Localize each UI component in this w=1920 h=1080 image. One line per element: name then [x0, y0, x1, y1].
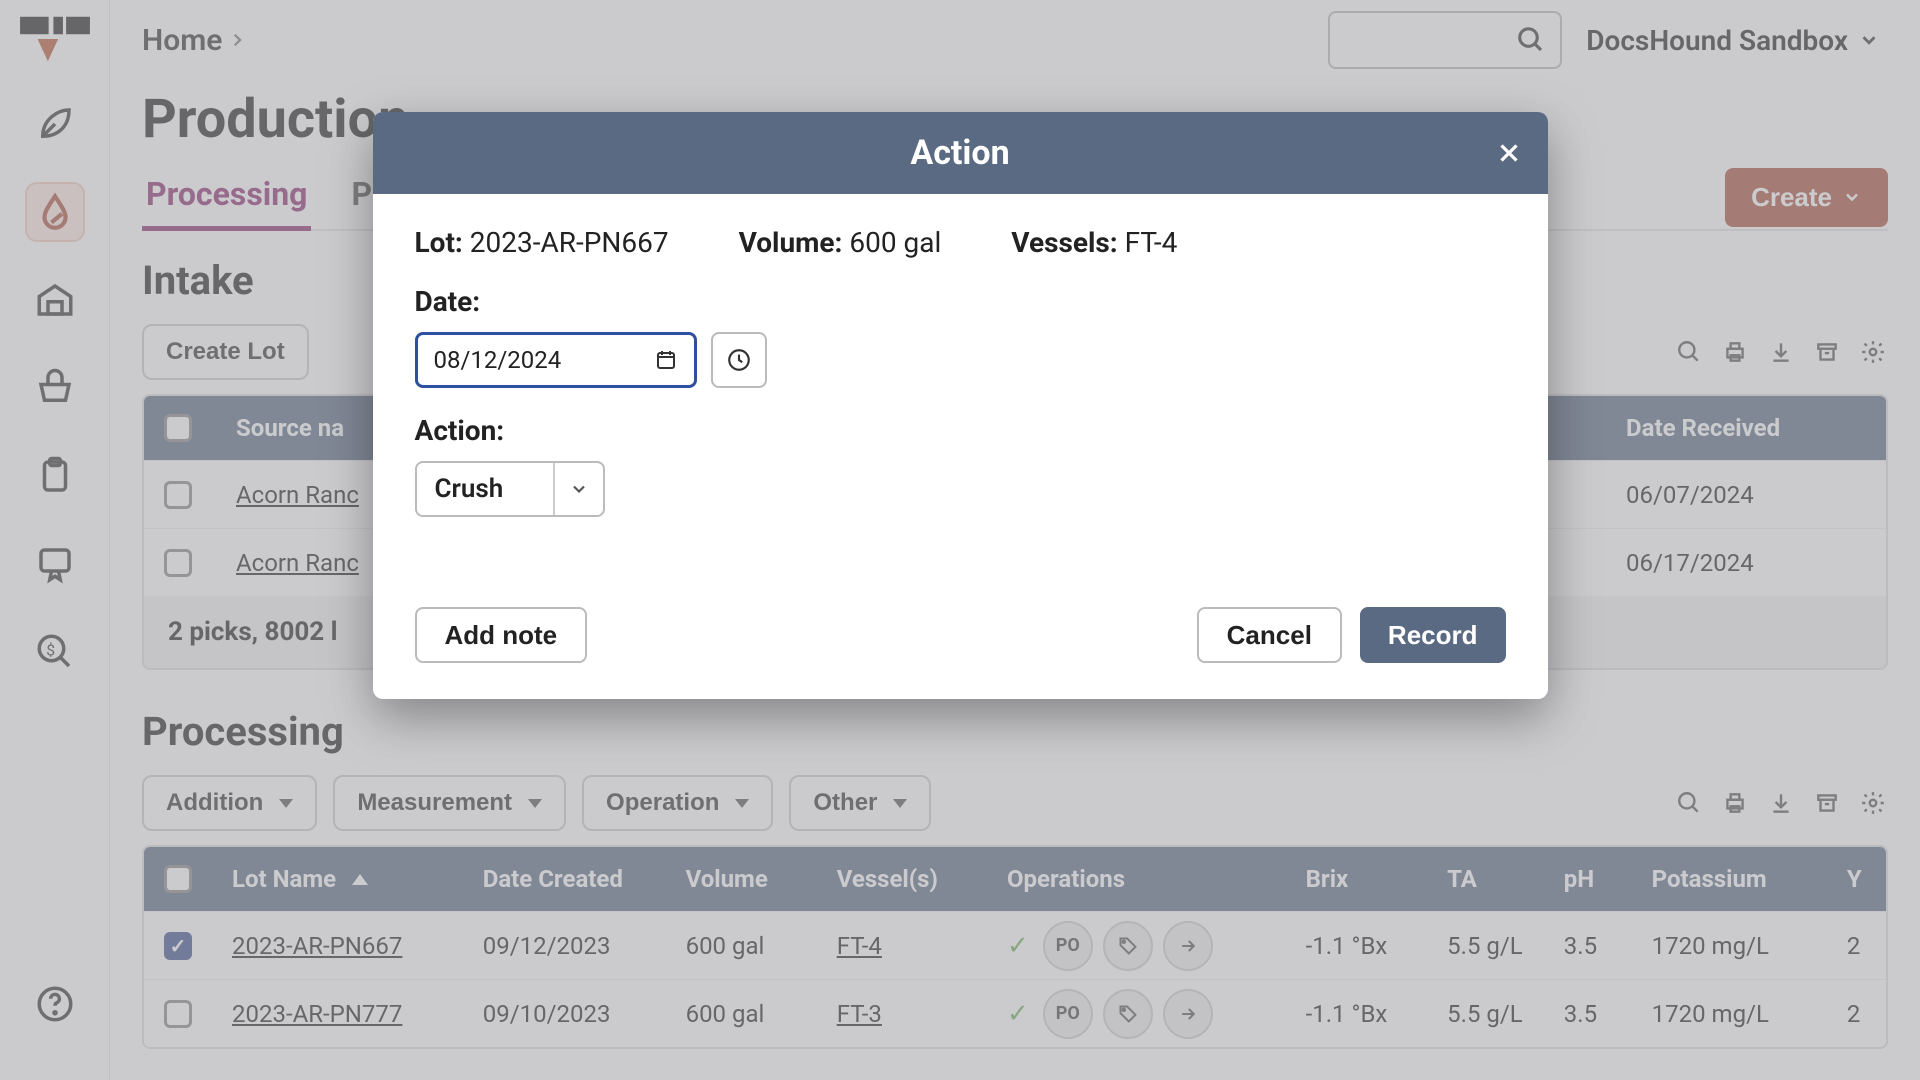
modal-title: Action	[910, 133, 1009, 173]
record-button[interactable]: Record	[1360, 607, 1506, 663]
action-modal: Action Lot: 2023-AR-PN667 Volume: 600 ga…	[373, 112, 1548, 699]
lot-value: 2023-AR-PN667	[470, 226, 669, 259]
date-label: Date:	[415, 285, 1506, 318]
action-label: Action:	[415, 414, 1506, 447]
close-icon[interactable]	[1494, 138, 1524, 168]
add-note-button[interactable]: Add note	[415, 607, 588, 663]
volume-label: Volume:	[739, 226, 843, 259]
action-select[interactable]: Crush	[415, 461, 605, 517]
lot-label: Lot:	[415, 226, 463, 259]
calendar-icon	[654, 348, 678, 372]
action-value: Crush	[417, 474, 553, 504]
chevron-down-icon	[553, 463, 603, 515]
modal-overlay: Action Lot: 2023-AR-PN667 Volume: 600 ga…	[0, 0, 1920, 1080]
clock-icon	[726, 347, 752, 373]
time-button[interactable]	[711, 332, 767, 388]
cancel-button[interactable]: Cancel	[1197, 607, 1342, 663]
vessels-label: Vessels:	[1011, 226, 1117, 259]
volume-value: 600 gal	[849, 226, 941, 259]
date-value: 08/12/2024	[434, 346, 562, 374]
vessels-value: FT-4	[1125, 226, 1178, 259]
date-input[interactable]: 08/12/2024	[415, 332, 697, 388]
